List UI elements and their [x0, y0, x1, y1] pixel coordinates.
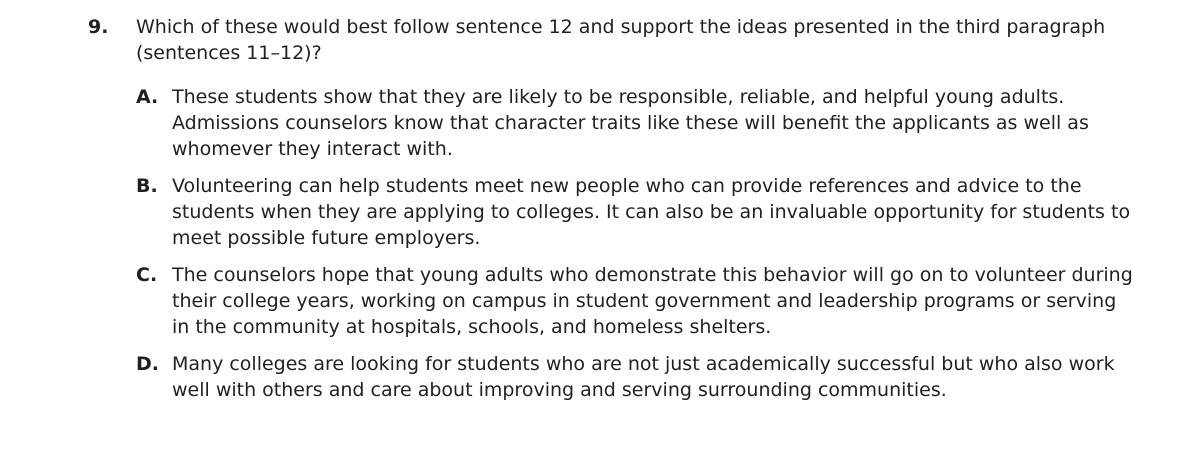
- question-stem: Which of these would best follow sentenc…: [136, 16, 1106, 64]
- choice-a[interactable]: A. These students show that they are lik…: [136, 84, 1136, 162]
- choice-c[interactable]: C. The counselors hope that young adults…: [136, 262, 1136, 340]
- choice-text: The counselors hope that young adults wh…: [172, 264, 1133, 338]
- choice-text: Volunteering can help students meet new …: [172, 175, 1131, 249]
- choice-letter: D.: [136, 353, 159, 375]
- question-number: 9.: [88, 16, 109, 38]
- choice-text: These students show that they are likely…: [172, 86, 1089, 160]
- choice-letter: C.: [136, 264, 158, 286]
- answer-choices: A. These students show that they are lik…: [136, 84, 1136, 414]
- choice-letter: A.: [136, 86, 159, 108]
- choice-b[interactable]: B. Volunteering can help students meet n…: [136, 173, 1136, 251]
- choice-text: Many colleges are looking for students w…: [172, 353, 1115, 401]
- choice-letter: B.: [136, 175, 158, 197]
- choice-d[interactable]: D. Many colleges are looking for student…: [136, 351, 1136, 403]
